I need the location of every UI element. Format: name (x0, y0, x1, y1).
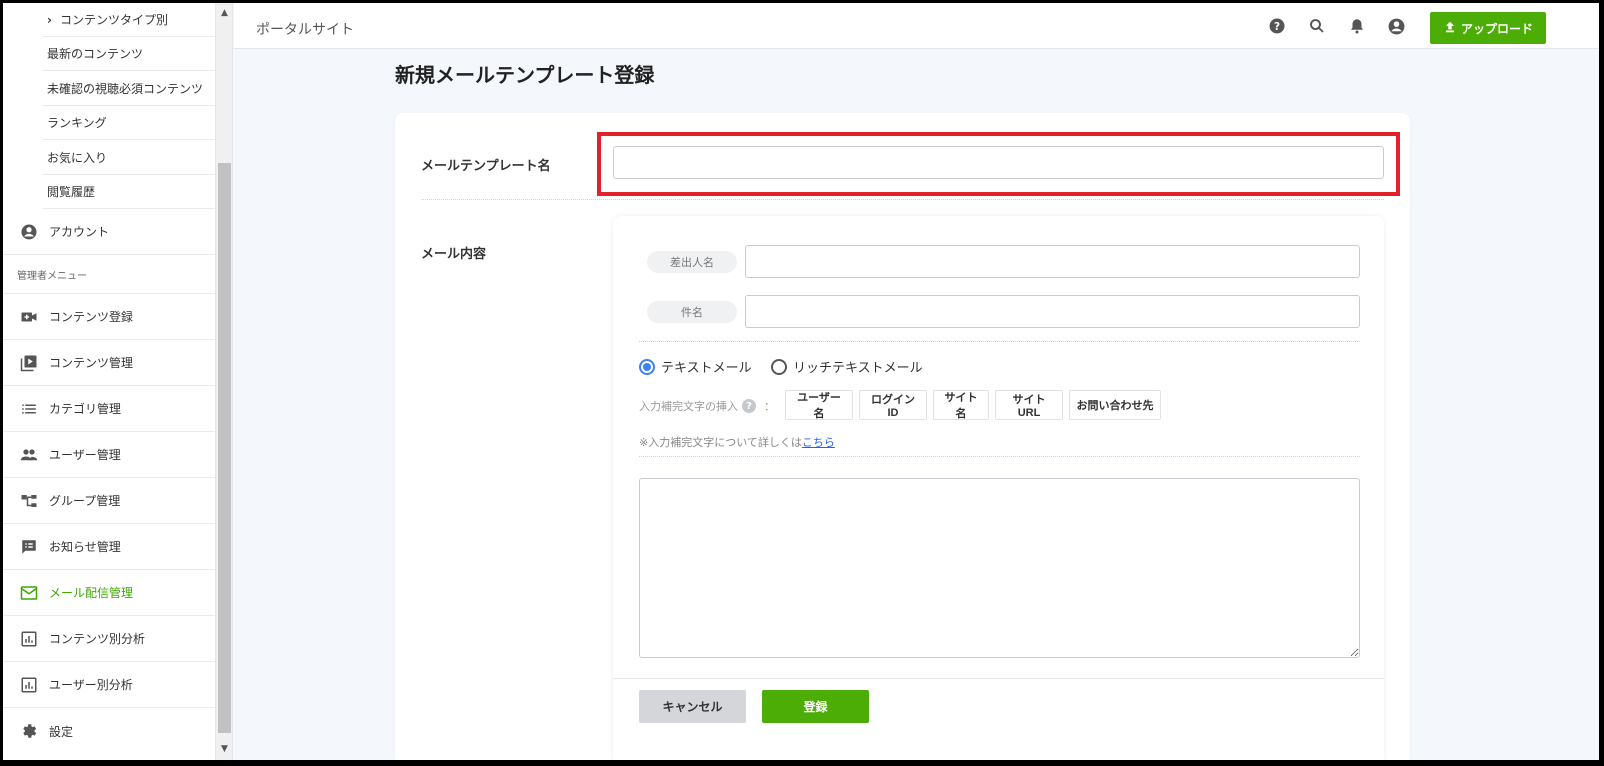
sender-input[interactable] (745, 245, 1360, 278)
divider (639, 341, 1360, 342)
radio-text-mail[interactable]: テキストメール (639, 357, 752, 376)
sidebar-item-label: お知らせ管理 (49, 540, 121, 554)
sidebar-item-content-type[interactable]: › コンテンツタイプ別 (43, 3, 215, 37)
sidebar-item-label: カテゴリ管理 (49, 402, 122, 416)
insert-tag-site-name[interactable]: サイト名 (933, 390, 989, 420)
announcement-icon (19, 537, 39, 557)
sidebar-item-settings[interactable]: 設定 (3, 708, 215, 754)
upload-button[interactable]: アップロード (1430, 12, 1546, 44)
sidebar-item-label: グループ管理 (49, 494, 121, 508)
sidebar-item-label: 最新のコンテンツ (47, 47, 144, 61)
sidebar-item-label: ランキング (47, 116, 107, 130)
scroll-thumb[interactable] (218, 163, 231, 733)
sidebar-item-category-manage[interactable]: カテゴリ管理 (3, 386, 215, 432)
top-header: ポータルサイト ? アップロード (234, 3, 1599, 49)
sender-label: 差出人名 (647, 251, 737, 273)
sidebar-item-user-analytics[interactable]: ユーザー別分析 (3, 662, 215, 708)
sidebar-item-label: コンテンツタイプ別 (59, 13, 168, 27)
sidebar-item-notice-manage[interactable]: お知らせ管理 (3, 524, 215, 570)
sidebar-scrollbar[interactable]: ▲ ▼ (216, 3, 233, 760)
sidebar-item-group-manage[interactable]: グループ管理 (3, 478, 215, 524)
tree-icon (19, 491, 39, 511)
site-name[interactable]: ポータルサイト (256, 19, 354, 39)
sidebar-item-label: 閲覧履歴 (47, 185, 96, 199)
divider (421, 199, 1384, 200)
note-text: ※入力補完文字について詳しくは (639, 436, 802, 449)
sidebar-item-label: お気に入り (47, 150, 108, 165)
radio-selected-icon (639, 358, 655, 375)
sidebar-item-history[interactable]: 閲覧履歴 (43, 175, 215, 209)
page-title: 新規メールテンプレート登録 (395, 63, 655, 87)
help-icon[interactable]: ? (1267, 16, 1287, 36)
chart-icon (19, 675, 39, 695)
search-icon[interactable] (1307, 16, 1327, 36)
video-library-icon (19, 353, 39, 373)
template-form-card: メールテンプレート名 メール内容 差出人名 件名 テキストメール リッチテキスト… (395, 113, 1410, 760)
template-name-label: メールテンプレート名 (421, 159, 551, 174)
admin-section-label: 管理者メニュー (17, 271, 87, 282)
insert-tag-contact[interactable]: お問い合わせ先 (1069, 390, 1161, 420)
sidebar-item-user-manage[interactable]: ユーザー管理 (3, 432, 215, 478)
account-circle-icon[interactable] (1386, 16, 1406, 36)
insert-note: ※入力補完文字について詳しくはこちら (639, 434, 835, 450)
sidebar-item-favorites[interactable]: お気に入り (43, 140, 215, 175)
subject-input[interactable] (745, 295, 1360, 328)
sidebar-item-label: コンテンツ管理 (49, 356, 134, 370)
sidebar-item-label: ユーザー別分析 (49, 678, 133, 692)
scroll-up-arrow-icon[interactable]: ▲ (216, 5, 233, 22)
sidebar-item-content-register[interactable]: コンテンツ登録 (3, 294, 215, 340)
sidebar-item-label: アカウント (49, 225, 110, 239)
people-icon (19, 445, 39, 465)
sidebar-item-label: コンテンツ登録 (49, 310, 134, 324)
video-add-icon (19, 307, 39, 327)
radio-rich-text-mail[interactable]: リッチテキストメール (771, 357, 923, 376)
mail-icon (19, 583, 39, 603)
subject-label: 件名 (647, 301, 737, 323)
sidebar-item-label: コンテンツ別分析 (49, 632, 146, 646)
insert-label-text: 入力補完文字の挿入 (639, 400, 738, 413)
divider (639, 456, 1360, 457)
radio-unselected-icon (771, 358, 787, 375)
sidebar-item-label: ユーザー管理 (49, 448, 121, 462)
scroll-down-arrow-icon[interactable]: ▼ (216, 741, 233, 758)
sidebar-item-ranking[interactable]: ランキング (43, 106, 215, 140)
chart-icon (19, 629, 39, 649)
sidebar-item-unwatched-required[interactable]: 未確認の視聴必須コンテンツ (43, 71, 215, 106)
divider (613, 678, 1384, 679)
note-link[interactable]: こちら (802, 436, 835, 449)
mail-body-textarea[interactable] (639, 478, 1360, 658)
app-window: › コンテンツタイプ別 最新のコンテンツ 未確認の視聴必須コンテンツ ランキング… (3, 3, 1599, 760)
radio-label: リッチテキストメール (793, 361, 923, 376)
insert-colon: ： (764, 400, 775, 413)
bell-icon[interactable] (1347, 16, 1367, 36)
upload-icon (1443, 20, 1457, 37)
list-icon (19, 399, 39, 419)
sidebar: › コンテンツタイプ別 最新のコンテンツ 未確認の視聴必須コンテンツ ランキング… (3, 3, 216, 760)
sidebar-item-account[interactable]: アカウント (3, 209, 215, 255)
cancel-button[interactable]: キャンセル (639, 690, 746, 723)
insert-tag-login-id[interactable]: ログインID (859, 390, 927, 420)
sidebar-item-mail-manage[interactable]: メール配信管理 (3, 570, 215, 616)
gear-icon (19, 721, 39, 741)
sidebar-item-latest[interactable]: 最新のコンテンツ (43, 37, 215, 71)
chevron-right-icon: › (47, 12, 52, 27)
sidebar-item-content-analytics[interactable]: コンテンツ別分析 (3, 616, 215, 662)
register-button[interactable]: 登録 (762, 690, 869, 723)
sidebar-item-label: メール配信管理 (49, 586, 134, 600)
svg-text:?: ? (1274, 21, 1280, 33)
mail-content-panel: 差出人名 件名 テキストメール リッチテキストメール 入力補完文字の挿入 ? ：… (613, 216, 1384, 760)
sidebar-item-label: 未確認の視聴必須コンテンツ (47, 81, 204, 96)
help-icon[interactable]: ? (742, 399, 756, 413)
insert-tag-username[interactable]: ユーザー名 (785, 390, 853, 420)
sidebar-item-content-manage[interactable]: コンテンツ管理 (3, 340, 215, 386)
sidebar-item-label: 設定 (49, 724, 74, 739)
insert-label: 入力補完文字の挿入 ? ： (639, 398, 775, 414)
radio-label: テキストメール (661, 361, 752, 376)
highlight-box (597, 132, 1400, 196)
insert-tag-site-url[interactable]: サイトURL (995, 390, 1063, 420)
account-circle-icon (19, 222, 39, 242)
upload-label: アップロード (1460, 21, 1533, 36)
mail-content-label: メール内容 (421, 247, 487, 262)
